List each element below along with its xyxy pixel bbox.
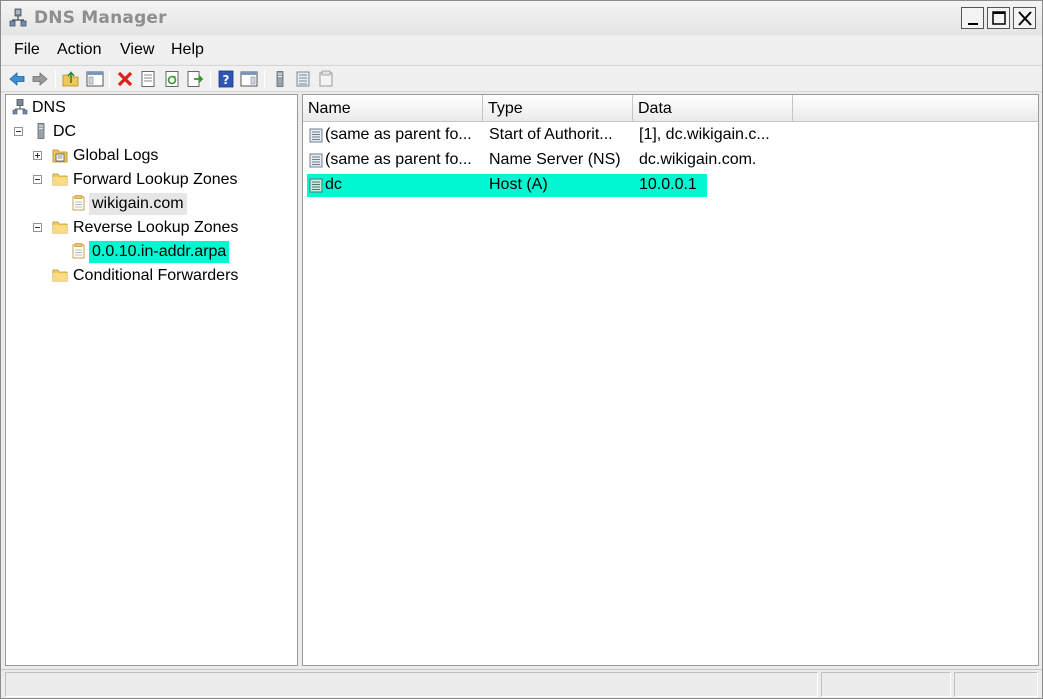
folder-icon (52, 269, 68, 282)
tree-node-label: wikigain.com (89, 193, 187, 215)
show-hide-console-tree-icon[interactable] (86, 70, 104, 88)
tree-node-label: Conditional Forwarders (73, 267, 239, 284)
back-arrow-icon[interactable] (8, 70, 26, 88)
title-bar[interactable]: DNS Manager (1, 1, 1042, 35)
export-list-icon[interactable] (186, 70, 204, 88)
zone-icon (72, 195, 85, 211)
close-button[interactable] (1013, 7, 1036, 29)
tree-node-forward-lookup-zones[interactable]: Forward Lookup Zones (11, 169, 291, 191)
toolbar-separator (210, 70, 211, 88)
menu-view[interactable]: View (120, 41, 154, 59)
help-icon[interactable]: ? (217, 70, 235, 88)
tree-node-label: Reverse Lookup Zones (73, 219, 239, 236)
collapse-toggle[interactable] (14, 127, 23, 136)
cell-type: Name Server (NS) (489, 151, 621, 168)
column-header-data[interactable]: Data (633, 95, 793, 122)
logs-folder-icon (52, 149, 68, 163)
server-icon[interactable] (271, 70, 289, 88)
cell-type: Host (A) (489, 176, 548, 193)
delete-icon[interactable] (116, 70, 134, 88)
forward-arrow-icon[interactable] (31, 70, 49, 88)
maximize-button[interactable] (987, 7, 1010, 29)
collapse-toggle[interactable] (33, 175, 42, 184)
menu-action[interactable]: Action (57, 41, 101, 59)
list-row[interactable]: (same as parent fo... Start of Authorit.… (307, 124, 787, 147)
record-icon[interactable] (294, 70, 312, 88)
close-icon (1018, 11, 1032, 26)
list-header: Name Type Data (303, 95, 1038, 122)
record-list[interactable]: Name Type Data (same as parent fo... Sta… (302, 94, 1039, 666)
folder-icon (52, 173, 68, 186)
dns-server-icon (9, 8, 27, 27)
tree-node-label: Forward Lookup Zones (73, 171, 238, 188)
dns-manager-window: DNS Manager File Action View Help ? DNS … (0, 0, 1043, 699)
record-icon (309, 153, 323, 168)
list-row[interactable]: (same as parent fo... Name Server (NS) d… (307, 149, 787, 172)
cell-name: (same as parent fo... (325, 151, 472, 168)
server-icon (37, 123, 45, 139)
tree-node-label: 0.0.10.in-addr.arpa (89, 241, 230, 263)
tree-node-reverse-lookup-zones[interactable]: Reverse Lookup Zones (11, 217, 291, 239)
menu-help[interactable]: Help (171, 41, 204, 59)
dns-root-icon (12, 99, 28, 115)
console-tree[interactable]: DNS DC Global Logs Forward Lookup Zones … (5, 94, 298, 666)
list-row-selected[interactable]: dc Host (A) 10.0.0.1 (307, 174, 707, 197)
maximize-icon (992, 11, 1006, 25)
cell-data: 10.0.0.1 (639, 176, 697, 193)
refresh-icon[interactable] (163, 70, 181, 88)
toolbar-separator (109, 70, 110, 88)
toolbar-separator (264, 70, 265, 88)
tree-node-wikigain-com[interactable]: wikigain.com (11, 193, 291, 215)
column-header-type[interactable]: Type (483, 95, 633, 122)
tree-node-conditional-forwarders[interactable]: Conditional Forwarders (11, 265, 291, 287)
record-icon (309, 128, 323, 143)
status-cell-secondary (821, 672, 951, 697)
menu-file[interactable]: File (14, 41, 40, 59)
svg-text:?: ? (223, 73, 230, 87)
window-title: DNS Manager (34, 8, 167, 28)
folder-icon (52, 221, 68, 234)
expand-toggle[interactable] (33, 151, 42, 160)
tree-node-reverse-zone[interactable]: 0.0.10.in-addr.arpa (11, 241, 291, 263)
cell-type: Start of Authorit... (489, 126, 613, 143)
cell-data: [1], dc.wikigain.c... (639, 126, 770, 143)
minimize-button[interactable] (961, 7, 984, 29)
properties-icon[interactable] (139, 70, 157, 88)
action-pane-icon[interactable] (240, 70, 258, 88)
status-bar (1, 669, 1042, 698)
menu-bar: File Action View Help (1, 36, 1042, 64)
toolbar: ? (1, 65, 1042, 92)
status-cell-tertiary (954, 672, 1038, 697)
zone-icon (72, 243, 85, 259)
tree-node-label: Global Logs (73, 147, 159, 164)
collapse-toggle[interactable] (33, 223, 42, 232)
cell-name: dc (325, 176, 342, 193)
tree-node-dns[interactable]: DNS (11, 97, 291, 119)
up-folder-icon[interactable] (62, 70, 80, 88)
tree-node-label: DC (53, 123, 77, 140)
tree-node-dc[interactable]: DC (11, 121, 291, 143)
tree-node-label: DNS (32, 99, 66, 116)
status-cell-main (5, 672, 818, 697)
toolbar-separator (55, 70, 56, 88)
tree-node-global-logs[interactable]: Global Logs (11, 145, 291, 167)
cell-name: (same as parent fo... (325, 126, 472, 143)
column-header-name[interactable]: Name (303, 95, 483, 122)
cell-data: dc.wikigain.com. (639, 151, 757, 168)
host-record-icon (309, 178, 323, 193)
minimize-icon (968, 23, 978, 25)
zone-icon[interactable] (317, 70, 335, 88)
